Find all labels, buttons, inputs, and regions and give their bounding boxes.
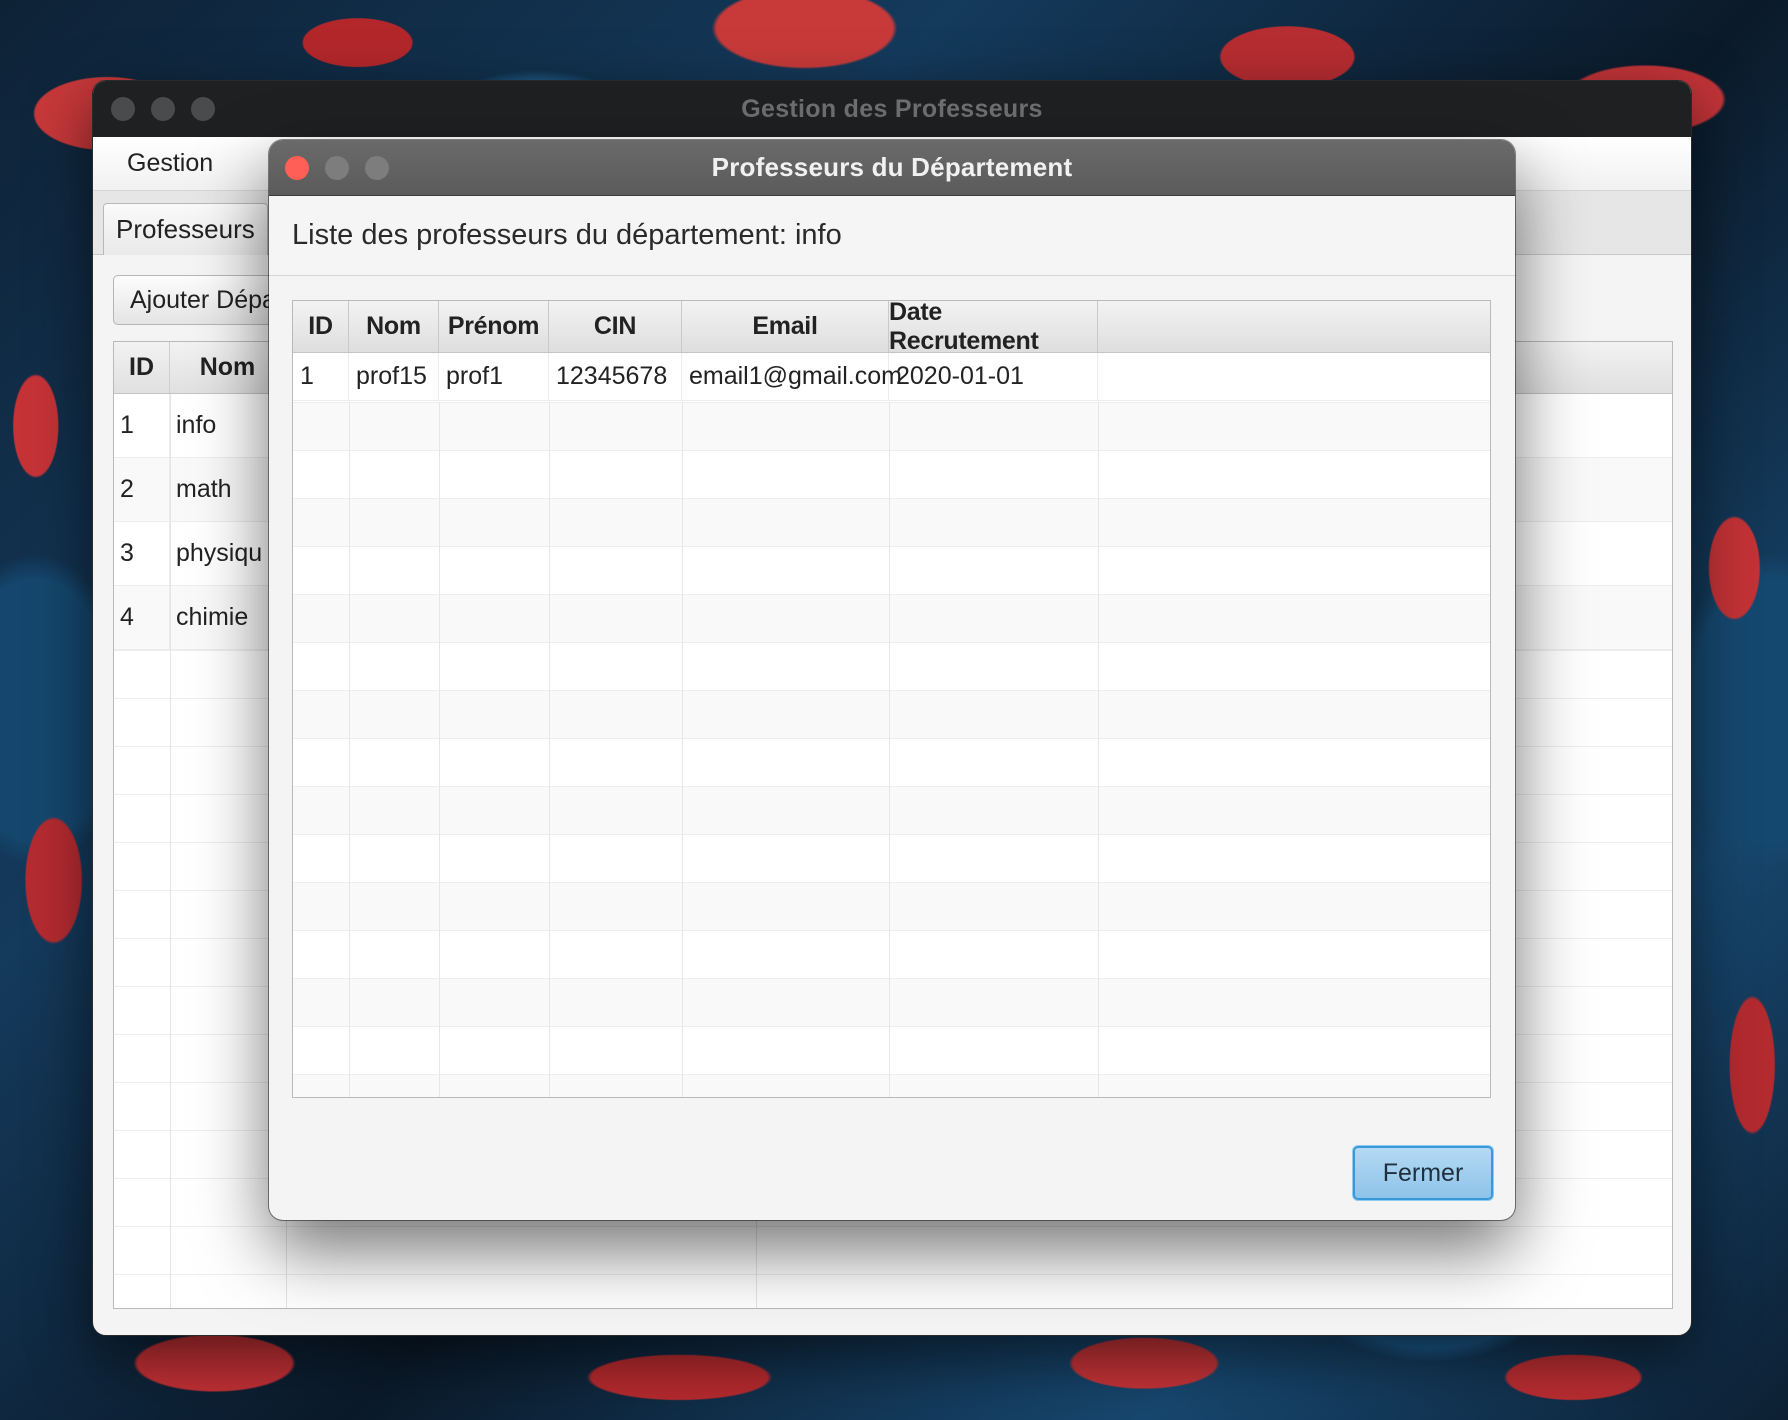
table-empty-rows [293, 402, 1490, 1097]
column-divider [170, 394, 171, 1308]
table-row[interactable]: 1 prof15 prof1 12345678 email1@gmail.com… [293, 353, 1490, 401]
main-window-title: Gestion des Professeurs [741, 94, 1043, 123]
main-titlebar: Gestion des Professeurs [93, 81, 1691, 137]
dialog-heading: Liste des professeurs du département: in… [292, 219, 842, 251]
add-department-button[interactable]: Ajouter Dépa [113, 275, 293, 325]
dialog-window-controls [285, 156, 389, 180]
column-divider [682, 402, 683, 1097]
cell-nom: prof15 [349, 353, 439, 400]
cell-id: 4 [114, 586, 170, 649]
column-header-filler [1098, 301, 1490, 352]
column-divider [889, 402, 890, 1097]
column-divider [1098, 402, 1099, 1097]
dialog-title: Professeurs du Département [711, 152, 1073, 182]
column-header-date-recrutement[interactable]: Date Recrutement [889, 301, 1098, 355]
column-divider [439, 402, 440, 1097]
dialog-zoom-button[interactable] [365, 156, 389, 180]
table-header: ID Nom Prénom CIN Email Date Recrutement [293, 301, 1490, 355]
dialog-titlebar: Professeurs du Département [269, 140, 1515, 196]
column-divider [549, 402, 550, 1097]
cell-id: 3 [114, 522, 170, 585]
cell-id: 2 [114, 458, 170, 521]
professors-table: ID Nom Prénom CIN Email Date Recrutement… [292, 300, 1491, 1098]
menu-gestion[interactable]: Gestion [115, 143, 225, 184]
main-minimize-button[interactable] [151, 97, 175, 121]
main-zoom-button[interactable] [191, 97, 215, 121]
cell-cin: 12345678 [549, 353, 682, 400]
column-header-nom[interactable]: Nom [349, 301, 439, 352]
cell-empty [1098, 353, 1490, 400]
dialog-minimize-button[interactable] [325, 156, 349, 180]
professors-dialog: Professeurs du Département Liste des pro… [269, 140, 1515, 1220]
column-header-cin[interactable]: CIN [549, 301, 682, 352]
cell-id: 1 [293, 353, 349, 400]
cell-email: email1@gmail.com [682, 353, 902, 400]
column-header-id[interactable]: ID [293, 301, 349, 352]
column-header-email[interactable]: Email [682, 301, 889, 352]
cell-prenom: prof1 [439, 353, 549, 400]
cell-id: 1 [114, 394, 170, 457]
column-divider [349, 402, 350, 1097]
main-close-button[interactable] [111, 97, 135, 121]
dialog-header: Liste des professeurs du département: in… [269, 196, 1515, 276]
fermer-button[interactable]: Fermer [1353, 1146, 1493, 1200]
column-header-id[interactable]: ID [114, 342, 170, 393]
tab-professeurs[interactable]: Professeurs [103, 203, 268, 255]
column-header-prenom[interactable]: Prénom [439, 301, 549, 352]
dialog-close-button[interactable] [285, 156, 309, 180]
main-window-controls [111, 97, 215, 121]
cell-date-recrutement: 2020-01-01 [889, 353, 1098, 400]
